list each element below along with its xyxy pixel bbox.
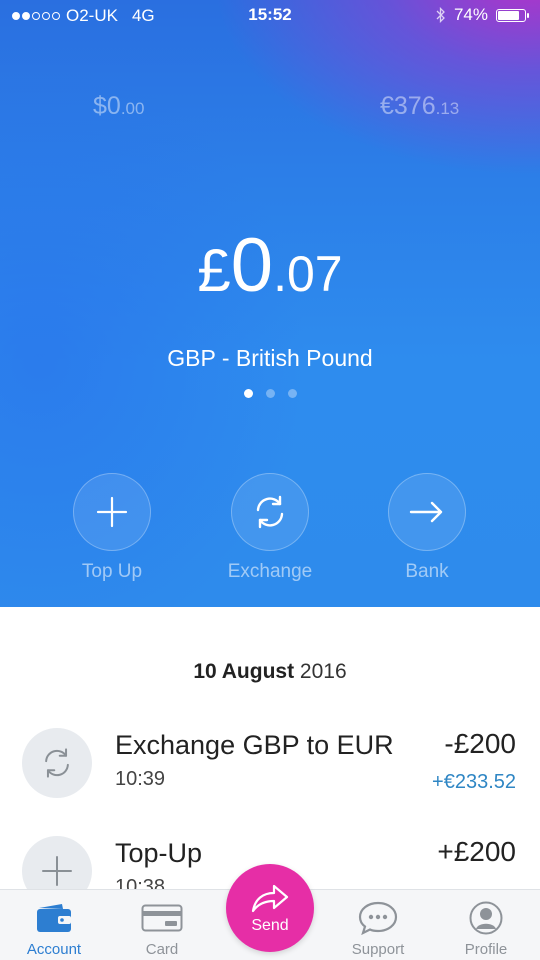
top-up-button[interactable]: Top Up xyxy=(42,473,182,583)
bank-button[interactable]: Bank xyxy=(357,473,497,583)
exchange-label: Exchange xyxy=(227,561,313,582)
exchange-icon xyxy=(256,495,284,529)
status-bar: O2-UK 4G 15:52 74% xyxy=(0,0,540,32)
page-indicator-dot[interactable] xyxy=(265,389,275,398)
tab-account[interactable]: Account xyxy=(0,890,108,960)
date-year: 2016 xyxy=(299,660,347,683)
currency-name: GBP - British Pound xyxy=(167,345,373,371)
top-up-circle[interactable] xyxy=(73,473,151,551)
tab-card-label: Card xyxy=(145,941,179,958)
arrow-right-icon xyxy=(409,501,443,523)
current-balance-symbol: £ xyxy=(197,237,231,304)
page-indicator-dot[interactable] xyxy=(287,389,297,398)
wallet-icon xyxy=(37,904,71,932)
battery-percent: 74% xyxy=(453,5,488,24)
balance-eur-main: €376 xyxy=(380,92,436,120)
exchange-button[interactable]: Exchange xyxy=(200,473,340,583)
tab-profile-icon-wrap xyxy=(469,901,503,935)
exchange-circle[interactable] xyxy=(231,473,309,551)
tab-card[interactable]: Card xyxy=(108,890,216,960)
plus-icon xyxy=(96,496,128,528)
send-button[interactable]: Send xyxy=(226,864,314,952)
balance-eur-fraction: .13 xyxy=(435,99,460,118)
current-balance-fraction: .07 xyxy=(273,246,343,302)
tab-account-label: Account xyxy=(26,941,82,958)
current-balance-whole: 0 xyxy=(230,223,274,308)
transaction-converted-amount: +€233.52 xyxy=(432,771,516,793)
transaction-amount: +£200 xyxy=(437,836,516,867)
plus-icon xyxy=(42,856,72,886)
current-balance: £0.07 xyxy=(0,222,540,309)
transactions-date-header: 10 August 2016 xyxy=(0,660,540,684)
top-up-label: Top Up xyxy=(81,561,143,582)
battery-icon xyxy=(496,8,529,22)
tab-card-icon-wrap xyxy=(141,901,183,935)
bank-label: Bank xyxy=(405,561,449,582)
transaction-title: Exchange GBP to EUR xyxy=(115,730,394,760)
status-right: 74% xyxy=(436,5,529,25)
balance-usd-fraction: .00 xyxy=(120,99,145,118)
tab-profile-label: Profile xyxy=(464,941,508,958)
page-indicator-dot[interactable] xyxy=(243,389,253,398)
card-icon xyxy=(141,904,183,932)
tab-support[interactable]: Support xyxy=(324,890,432,960)
bank-circle[interactable] xyxy=(388,473,466,551)
tab-support-icon-wrap xyxy=(358,901,398,935)
page-indicator[interactable] xyxy=(0,389,540,398)
balance-eur-preview[interactable]: €376.13 xyxy=(380,92,459,121)
balance-hero[interactable]: O2-UK 4G 15:52 74% $0.00 €376.13 £0.07 G… xyxy=(0,0,540,607)
app-screen: O2-UK 4G 15:52 74% $0.00 €376.13 £0.07 G… xyxy=(0,0,540,960)
transaction-icon-container xyxy=(22,728,92,798)
tab-profile[interactable]: Profile xyxy=(432,890,540,960)
tab-account-icon-wrap xyxy=(36,901,72,935)
transaction-title: Top-Up xyxy=(115,838,203,868)
transaction-row[interactable]: Exchange GBP to EUR 10:39 -£200 +€233.52 xyxy=(0,728,540,838)
profile-avatar-icon xyxy=(469,901,503,935)
tab-support-label: Support xyxy=(351,941,405,958)
balance-usd-preview[interactable]: $0.00 xyxy=(93,92,144,121)
send-label: Send xyxy=(251,917,289,934)
balance-usd-main: $0 xyxy=(93,92,121,120)
exchange-icon xyxy=(45,748,69,778)
send-arrow-icon xyxy=(251,884,289,913)
transaction-amount: -£200 xyxy=(444,728,516,759)
chat-bubble-icon xyxy=(358,901,398,935)
battery-level-fill xyxy=(498,10,519,20)
bluetooth-icon xyxy=(436,7,445,23)
date-day-month: 10 August xyxy=(193,660,295,683)
transaction-time: 10:39 xyxy=(115,768,166,790)
